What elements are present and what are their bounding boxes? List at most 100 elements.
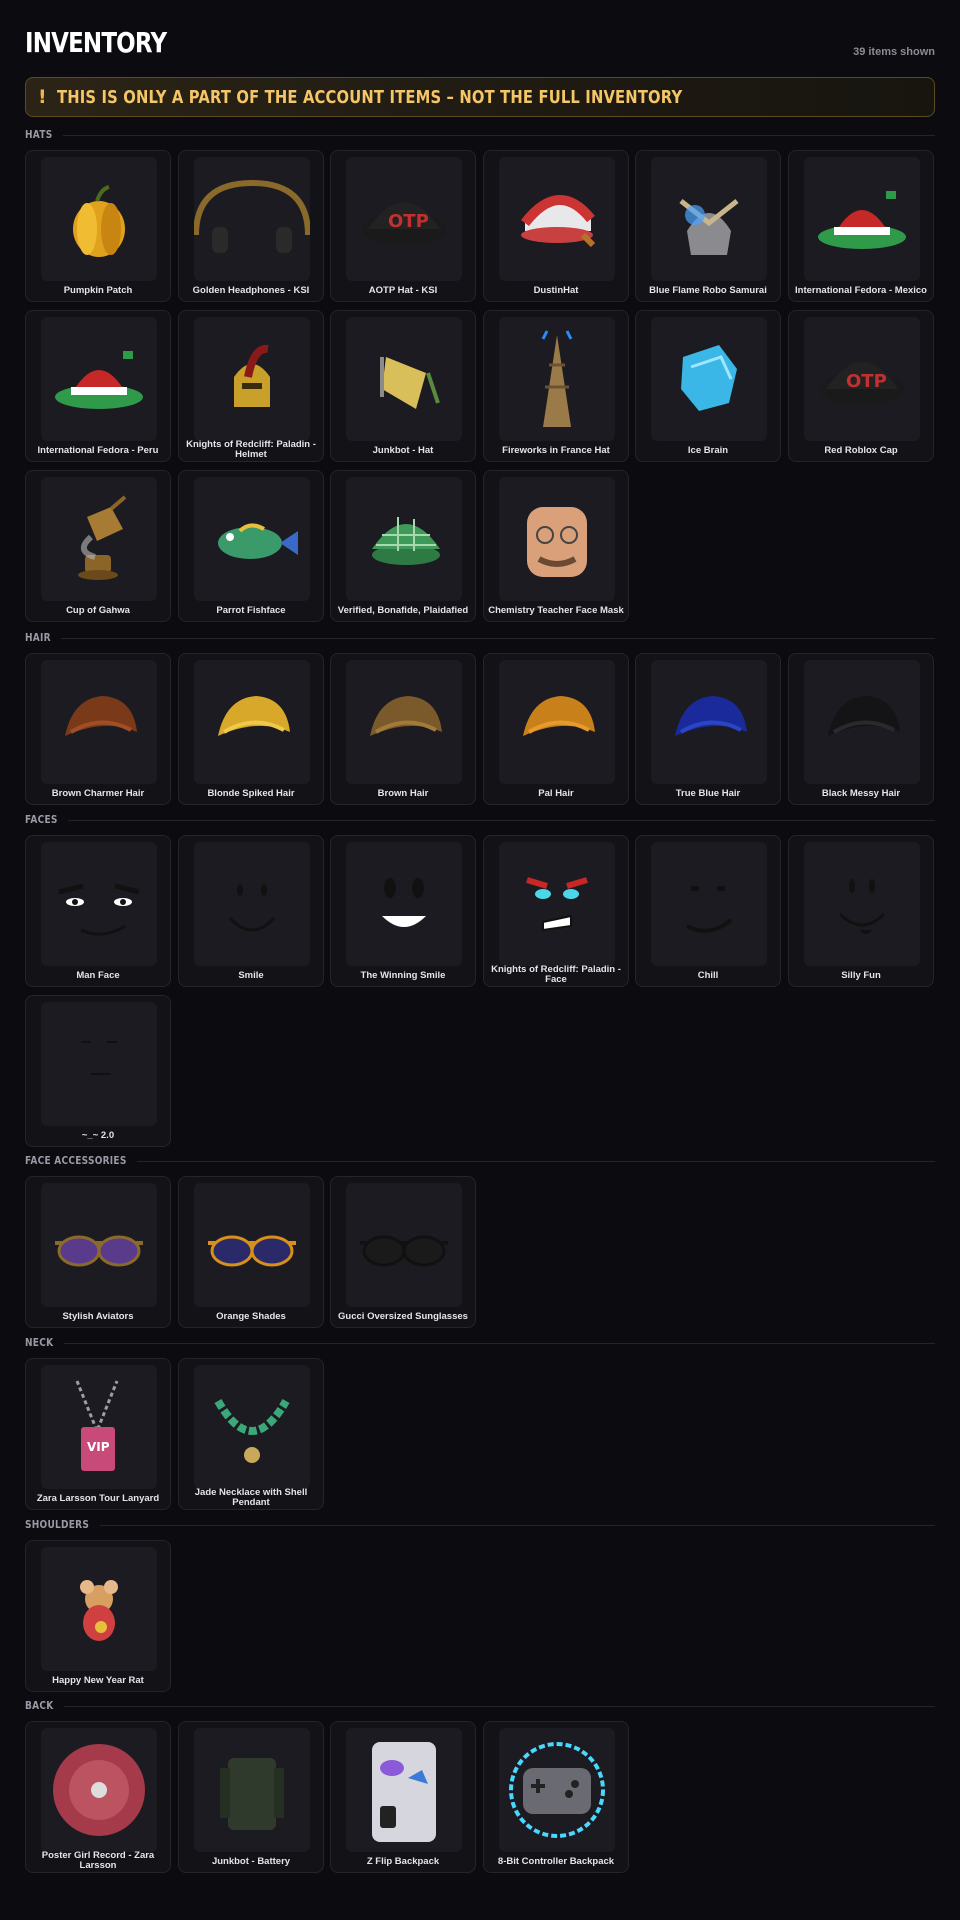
- item-card[interactable]: Ice Brain: [635, 310, 781, 462]
- item-label: Fireworks in France Hat: [502, 445, 610, 456]
- header: INVENTORY 39 items shown: [25, 0, 935, 74]
- section-header: BACK: [25, 1699, 935, 1715]
- section-header: HATS: [25, 128, 935, 144]
- section-title: SHOULDERS: [25, 1518, 90, 1531]
- item-card[interactable]: The Winning Smile: [330, 835, 476, 987]
- item-label: Silly Fun: [841, 970, 881, 981]
- item-label: Chemistry Teacher Face Mask: [488, 605, 624, 616]
- section-hats: HATS Pumpkin Patch Golden Headphones - KSI…: [25, 128, 935, 622]
- item-card[interactable]: Silly Fun: [788, 835, 934, 987]
- svg-text:OTP: OTP: [846, 371, 887, 392]
- item-card[interactable]: OTP Red Roblox Cap: [788, 310, 934, 462]
- item-card[interactable]: International Fedora - Mexico: [788, 150, 934, 302]
- item-label: Junkbot - Battery: [211, 1856, 291, 1867]
- item-label: The Winning Smile: [360, 970, 446, 981]
- item-card[interactable]: Junkbot - Hat: [330, 310, 476, 462]
- fish-icon: [194, 477, 310, 601]
- item-label: True Blue Hair: [675, 788, 741, 799]
- hair-icon: [346, 660, 462, 784]
- item-label: Junkbot - Hat: [372, 445, 434, 456]
- item-label: International Fedora - Peru: [37, 445, 159, 456]
- phone-backpack-icon: [346, 1728, 462, 1852]
- item-label: DustinHat: [533, 285, 579, 296]
- item-card[interactable]: Jade Necklace with Shell Pendant: [178, 1358, 324, 1510]
- item-card[interactable]: Golden Headphones - KSI: [178, 150, 324, 302]
- item-card[interactable]: Parrot Fishface: [178, 470, 324, 622]
- item-card[interactable]: Stylish Aviators: [25, 1176, 171, 1328]
- section-title: HATS: [25, 128, 53, 141]
- item-card[interactable]: Chill: [635, 835, 781, 987]
- lanyard-icon: VIP: [41, 1365, 157, 1489]
- item-label: Knights of Redcliff: Paladin - Helmet: [186, 439, 316, 460]
- hair-icon: [499, 660, 615, 784]
- samurai-helmet-icon: [651, 157, 767, 281]
- item-label: Black Messy Hair: [821, 788, 901, 799]
- item-card[interactable]: Knights of Redcliff: Paladin - Helmet: [178, 310, 324, 462]
- face-icon: [804, 842, 920, 966]
- item-card[interactable]: International Fedora - Peru: [25, 310, 171, 462]
- item-label: Ice Brain: [687, 445, 729, 456]
- item-card[interactable]: Verified, Bonafide, Plaidafied: [330, 470, 476, 622]
- face-icon: [41, 842, 157, 966]
- item-card[interactable]: VIP Zara Larsson Tour Lanyard: [25, 1358, 171, 1510]
- item-card[interactable]: Chemistry Teacher Face Mask: [483, 470, 629, 622]
- item-label: Man Face: [76, 970, 120, 981]
- item-label: 8-Bit Controller Backpack: [497, 1856, 615, 1867]
- hair-icon: [651, 660, 767, 784]
- item-label: Golden Headphones - KSI: [192, 285, 310, 296]
- item-label: Chill: [697, 970, 719, 981]
- item-card[interactable]: True Blue Hair: [635, 653, 781, 805]
- face-icon: [346, 842, 462, 966]
- cap-icon: OTP: [804, 317, 920, 441]
- pumpkin-icon: [41, 157, 157, 281]
- item-label: Brown Hair: [377, 788, 429, 799]
- item-label: Jade Necklace with Shell Pendant: [194, 1487, 308, 1508]
- section-divider: [137, 1161, 935, 1162]
- item-card[interactable]: Cup of Gahwa: [25, 470, 171, 622]
- item-card[interactable]: Blue Flame Robo Samurai: [635, 150, 781, 302]
- item-label: Pumpkin Patch: [63, 285, 133, 296]
- section-divider: [100, 1525, 935, 1526]
- item-card[interactable]: Knights of Redcliff: Paladin - Face: [483, 835, 629, 987]
- item-card[interactable]: Brown Hair: [330, 653, 476, 805]
- item-card[interactable]: Z Flip Backpack: [330, 1721, 476, 1873]
- item-card[interactable]: Black Messy Hair: [788, 653, 934, 805]
- item-card[interactable]: Junkbot - Battery: [178, 1721, 324, 1873]
- item-label: Parrot Fishface: [216, 605, 286, 616]
- section-back: BACK Poster Girl Record - Zara Larsson Jun…: [25, 1699, 935, 1873]
- item-card[interactable]: Blonde Spiked Hair: [178, 653, 324, 805]
- item-label: Zara Larsson Tour Lanyard: [36, 1493, 160, 1504]
- trucker-hat-icon: [499, 157, 615, 281]
- item-card[interactable]: ~_~ 2.0: [25, 995, 171, 1147]
- item-label: AOTP Hat - KSI: [368, 285, 438, 296]
- item-card[interactable]: DustinHat: [483, 150, 629, 302]
- item-label: ~_~ 2.0: [81, 1130, 115, 1141]
- section-neck: NECK VIP Zara Larsson Tour Lanyard Jade Nec…: [25, 1336, 935, 1510]
- item-label: Pal Hair: [538, 788, 574, 799]
- item-card[interactable]: Pumpkin Patch: [25, 150, 171, 302]
- item-card[interactable]: Gucci Oversized Sunglasses: [330, 1176, 476, 1328]
- sunglasses-icon: [346, 1183, 462, 1307]
- knight-helmet-icon: [194, 317, 310, 441]
- item-card[interactable]: Pal Hair: [483, 653, 629, 805]
- item-card[interactable]: Orange Shades: [178, 1176, 324, 1328]
- face-icon: [194, 842, 310, 966]
- coffee-pot-icon: [41, 477, 157, 601]
- section-header: NECK: [25, 1336, 935, 1352]
- item-card[interactable]: Brown Charmer Hair: [25, 653, 171, 805]
- item-card[interactable]: 8-Bit Controller Backpack: [483, 1721, 629, 1873]
- item-card[interactable]: Smile: [178, 835, 324, 987]
- section-shoulders: SHOULDERS Happy New Year Rat: [25, 1518, 935, 1692]
- item-label: Orange Shades: [216, 1311, 286, 1322]
- item-card[interactable]: OTP AOTP Hat - KSI: [330, 150, 476, 302]
- sunglasses-icon: [41, 1183, 157, 1307]
- item-label: Verified, Bonafide, Plaidafied: [337, 605, 469, 616]
- item-card[interactable]: Happy New Year Rat: [25, 1540, 171, 1692]
- headphones-icon: [194, 157, 310, 281]
- item-card[interactable]: Fireworks in France Hat: [483, 310, 629, 462]
- item-card[interactable]: Man Face: [25, 835, 171, 987]
- svg-text:OTP: OTP: [388, 211, 429, 232]
- item-card[interactable]: Poster Girl Record - Zara Larsson: [25, 1721, 171, 1873]
- section-divider: [68, 820, 935, 821]
- inventory-page: INVENTORY 39 items shown ! THIS IS ONLY …: [25, 0, 935, 1873]
